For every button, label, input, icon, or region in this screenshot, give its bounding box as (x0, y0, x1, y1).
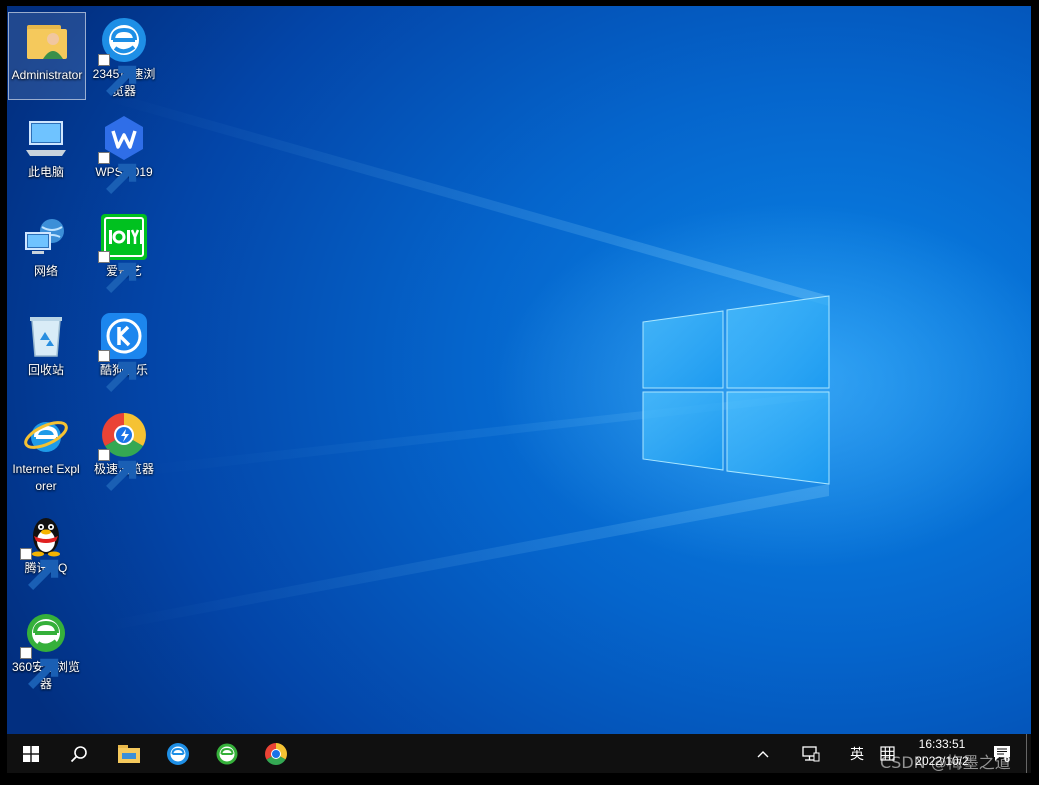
chrome-like-browser-icon (98, 411, 148, 491)
desktop-icon-2345-browser[interactable]: 2345加速浏览器 (86, 12, 162, 100)
this-pc-icon (22, 114, 70, 162)
browser-2345-icon (167, 742, 189, 765)
taskbar: 英 16:33:51 2022/10/2 6 (7, 734, 1031, 773)
windows-start-icon (23, 745, 39, 762)
qq-penguin-icon (20, 510, 70, 590)
taskbar-speed-browser[interactable] (252, 734, 300, 773)
shortcut-arrow-icon (20, 647, 59, 689)
desktop-icon-speed-browser[interactable]: 极速浏览器 (86, 407, 162, 491)
network-tray-button[interactable] (797, 734, 825, 773)
search-icon (70, 745, 87, 762)
network-status-icon (802, 745, 820, 761)
desktop-icon-360-browser[interactable]: 360安全浏览器 (8, 605, 84, 693)
desktop-icon-kugou[interactable]: 酷狗音乐 (86, 308, 162, 392)
taskbar-360-browser[interactable] (203, 734, 251, 773)
desktop-icon-internet-explorer[interactable]: Internet Explorer (8, 407, 84, 495)
taskbar-2345-browser[interactable] (154, 734, 202, 773)
iqiyi-icon (98, 213, 148, 293)
shortcut-arrow-icon (98, 251, 137, 293)
browser-360-icon (216, 743, 238, 764)
kugou-icon (98, 312, 148, 392)
shortcut-arrow-icon (98, 54, 137, 96)
taskbar-file-explorer[interactable] (105, 734, 153, 773)
recycle-bin-icon (22, 312, 70, 360)
internet-explorer-icon (22, 411, 70, 459)
desktop-icon-this-pc[interactable]: 此电脑 (8, 110, 84, 181)
input-language-button[interactable]: 英 (845, 734, 869, 773)
chevron-up-icon (757, 750, 769, 757)
file-explorer-icon (118, 744, 140, 763)
browser-360-icon (20, 609, 70, 689)
tray-overflow-button[interactable] (751, 734, 775, 773)
browser-2345-icon (98, 16, 148, 96)
watermark: CSDN @梅墨之道 (880, 753, 1011, 772)
start-button[interactable] (7, 734, 55, 773)
chrome-like-browser-icon (265, 742, 287, 765)
shortcut-arrow-icon (98, 152, 137, 194)
desktop-icon-iqiyi[interactable]: 爱奇艺 (86, 209, 162, 293)
shortcut-arrow-icon (20, 548, 59, 590)
shortcut-arrow-icon (98, 449, 137, 491)
show-desktop-button[interactable] (1026, 734, 1027, 773)
desktop-icon-qq[interactable]: 腾讯QQ (8, 506, 84, 590)
wps-icon (98, 114, 148, 194)
shortcut-arrow-icon (98, 350, 137, 392)
search-button[interactable] (55, 734, 103, 773)
desktop-icon-network[interactable]: 网络 (8, 209, 84, 280)
desktop-icon-administrator[interactable]: Administrator (8, 12, 86, 100)
network-icon (22, 213, 70, 261)
screen: Administrator 此电脑 网络 回收站 Internet Explor… (7, 6, 1031, 773)
desktop-icon-wps[interactable]: WPS 2019 (86, 110, 162, 194)
desktop-icon-recycle-bin[interactable]: 回收站 (8, 308, 84, 379)
user-folder-icon (23, 17, 71, 65)
